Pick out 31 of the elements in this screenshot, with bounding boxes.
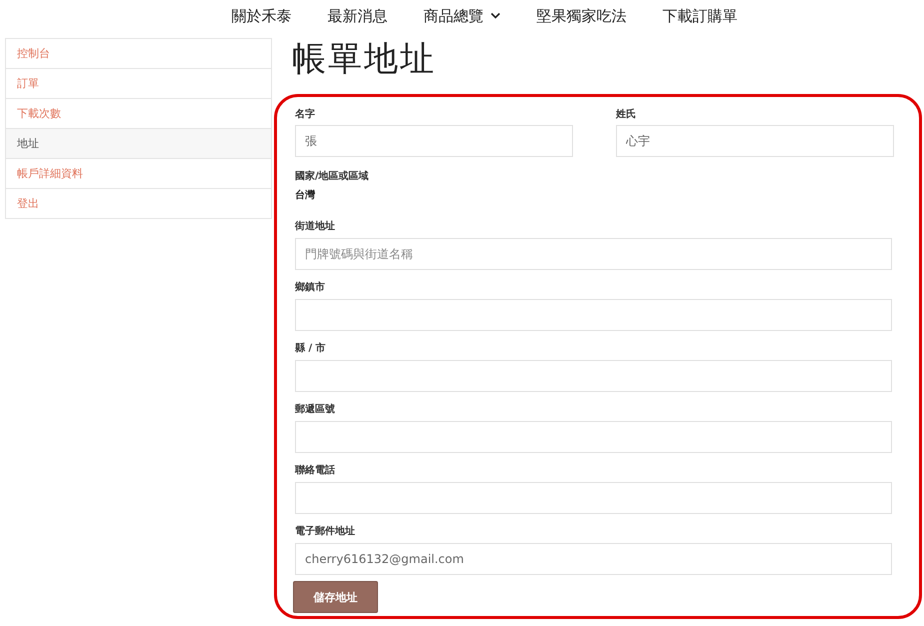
field-label: 國家/地區或區域 [295, 171, 370, 182]
input-field[interactable]: 張 [295, 125, 573, 157]
nav-link[interactable]: 關於禾泰 [232, 6, 292, 26]
nav-link[interactable]: 下載訂購單 [662, 6, 738, 26]
field-label: 姓氏 [616, 109, 637, 120]
nav-link[interactable]: 商品總覽 [424, 6, 500, 26]
nav-link[interactable]: 堅果獨家吃法 [536, 6, 626, 26]
field-label: 鄉鎮市 [295, 282, 326, 293]
country-value: 台灣 [295, 188, 316, 202]
input-field[interactable] [295, 421, 892, 453]
sidebar-item[interactable]: 登出 [6, 189, 271, 219]
sidebar-item[interactable]: 地址 [6, 129, 271, 159]
chevron-down-icon [490, 12, 500, 20]
input-field[interactable] [295, 299, 892, 331]
field-label: 郵遞區號 [295, 404, 336, 415]
field-label: 街道地址 [295, 221, 336, 232]
field-label: 聯絡電話 [295, 465, 336, 476]
input-field[interactable] [295, 482, 892, 514]
input-field[interactable]: 心宇 [616, 125, 894, 157]
page-title: 帳單地址 [292, 38, 437, 81]
save-button[interactable]: 儲存地址 [293, 581, 378, 613]
sidebar-item[interactable]: 帳戶詳細資料 [6, 159, 271, 189]
input-field[interactable] [295, 360, 892, 392]
nav-link[interactable]: 最新消息 [328, 6, 388, 26]
field-label: 電子郵件地址 [295, 526, 356, 537]
sidebar-item[interactable]: 訂單 [6, 69, 271, 99]
sidebar-item[interactable]: 控制台 [6, 39, 271, 69]
input-field[interactable]: 門牌號碼與街道名稱 [295, 238, 892, 270]
field-label: 縣 / 市 [295, 343, 327, 354]
input-field[interactable]: cherry616132@gmail.com [295, 543, 892, 575]
field-label: 名字 [295, 109, 316, 120]
